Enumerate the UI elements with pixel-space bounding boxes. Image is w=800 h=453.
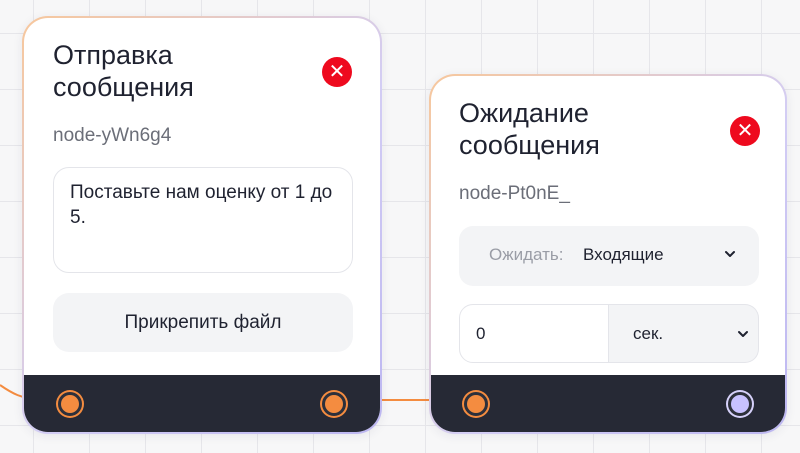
close-icon[interactable]: ✕: [322, 57, 352, 87]
wait-message-node[interactable]: Ожидание сообщения ✕ node-Pt0nE_ Ожидать…: [429, 74, 787, 434]
wait-type-select[interactable]: Ожидать: Входящие: [459, 226, 759, 286]
node-footer: [24, 375, 380, 432]
node-footer: [431, 375, 785, 432]
timeout-input[interactable]: 0: [459, 304, 609, 363]
input-port[interactable]: [58, 392, 82, 416]
node-title: Ожидание сообщения: [459, 98, 600, 160]
send-message-node[interactable]: Отправка сообщения ✕ node-yWn6g4 Поставь…: [22, 16, 382, 434]
node-id: node-yWn6g4: [53, 125, 172, 146]
chevron-down-icon: [725, 251, 735, 257]
input-port[interactable]: [464, 392, 488, 416]
unit-value: сек.: [633, 324, 664, 343]
close-icon[interactable]: ✕: [730, 116, 760, 146]
output-port[interactable]: [322, 392, 346, 416]
wait-label: Ожидать:: [489, 245, 564, 264]
wait-value: Входящие: [583, 245, 664, 264]
node-title: Отправка сообщения: [53, 40, 194, 102]
node-id: node-Pt0nE_: [459, 183, 570, 204]
time-unit-select[interactable]: сек.: [609, 304, 759, 363]
chevron-down-icon: [738, 331, 748, 337]
message-text-field[interactable]: Поставьте нам оценку от 1 до 5.: [53, 167, 353, 273]
output-port[interactable]: [728, 392, 752, 416]
attach-file-button[interactable]: Прикрепить файл: [53, 293, 353, 352]
